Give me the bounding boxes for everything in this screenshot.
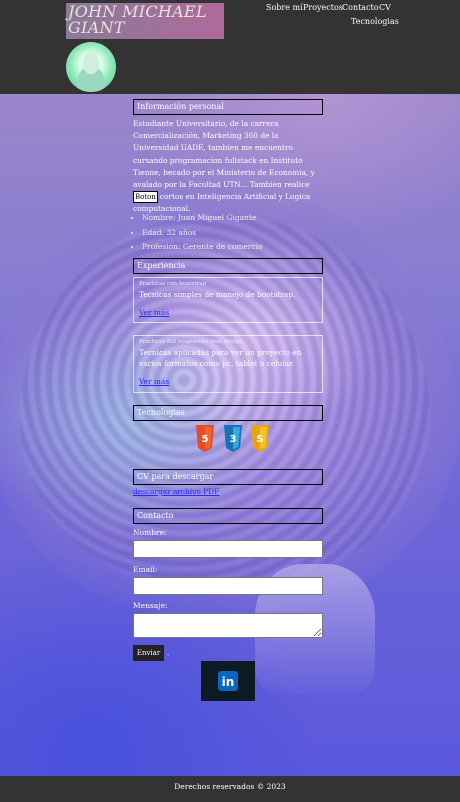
svg-text:3: 3	[230, 434, 237, 445]
card-title: Practicas con bootstrap	[139, 281, 207, 287]
nav-projects[interactable]: Proyectos	[303, 3, 343, 12]
section-title-technologies: Tecnologias	[133, 405, 323, 421]
svg-text:in: in	[222, 675, 235, 689]
send-button[interactable]: Enviar	[133, 645, 164, 661]
html5-icon: 5	[196, 425, 214, 452]
experience-card: Practicas con bootstrap Tecnicas simples…	[133, 277, 323, 323]
card-title: Practicas full responsive web design	[139, 339, 243, 345]
info-age: Edad: 32 años	[142, 226, 263, 241]
linkedin-icon[interactable]: in	[201, 661, 255, 701]
css3-icon: 3	[224, 425, 242, 452]
about-text: Estudiante Universitario, de la carrera …	[133, 119, 315, 214]
site-footer: Derechos reservados © 2023	[0, 776, 460, 802]
nav-cv[interactable]: CV	[379, 3, 391, 12]
info-name: Nombre: Juan Miguel Gigante	[142, 211, 263, 226]
message-label: Mensaje:	[133, 601, 168, 610]
card-description: Tecnicas simples de manejo de bootstrap.	[139, 290, 296, 299]
section-title-experience: Experiencia	[133, 258, 323, 274]
avatar	[66, 42, 116, 92]
message-textarea[interactable]	[133, 613, 323, 638]
info-list: Nombre: Juan Miguel Gigante Edad: 32 año…	[130, 211, 263, 255]
name-input[interactable]	[133, 540, 323, 558]
name-label: Nombre:	[133, 528, 167, 537]
section-title-cv: CV para descargar	[133, 469, 323, 485]
site-header: JOHN MICHAEL GIANT Sobre mí Proyectos Co…	[0, 0, 460, 94]
section-title-about: Información personal	[133, 99, 323, 115]
svg-text:5: 5	[202, 434, 209, 445]
javascript-icon: S	[251, 425, 269, 452]
svg-text:S: S	[256, 434, 263, 445]
email-input[interactable]	[133, 577, 323, 595]
site-title: JOHN MICHAEL GIANT	[66, 3, 224, 39]
info-profession: Profesión: Gerente de comercio	[142, 240, 263, 255]
toggle-button[interactable]: Boton	[133, 191, 158, 203]
card-description: Tecnicas aplicadas para ver un proyecto …	[139, 348, 302, 368]
nav-technologies[interactable]: Tecnologias	[351, 17, 399, 26]
section-title-contact: Contacto	[133, 508, 323, 524]
card-link[interactable]: Ver más	[139, 308, 169, 317]
card-link[interactable]: Ver más	[139, 377, 169, 386]
nav-about[interactable]: Sobre mí	[266, 3, 303, 12]
cv-download-link[interactable]: descargar archivo PDF	[133, 487, 323, 496]
experience-card: Practicas full responsive web design Tec…	[133, 335, 323, 393]
nav-contact[interactable]: Contacto	[342, 3, 379, 12]
email-label: Email:	[133, 565, 158, 574]
send-extra-mark: ꞈ	[167, 649, 169, 656]
